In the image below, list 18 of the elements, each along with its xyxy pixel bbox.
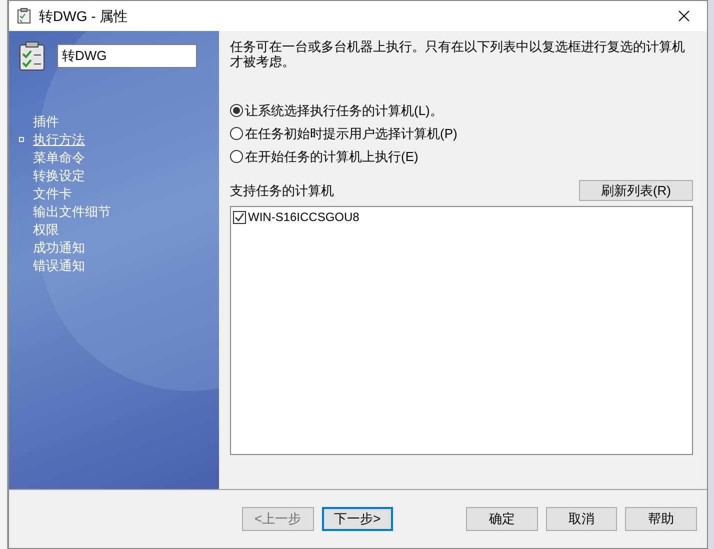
close-icon: [678, 10, 690, 22]
computers-label: 支持任务的计算机: [230, 182, 334, 200]
computer-name[interactable]: WIN-S16ICCSGOU8: [248, 208, 360, 226]
sidebar-item[interactable]: 插件: [33, 112, 59, 132]
dialog-button[interactable]: 帮助: [625, 507, 698, 531]
clipboard-checklist-icon: [19, 41, 45, 71]
dialog-button[interactable]: 确定: [466, 507, 538, 531]
task-name-field[interactable]: 转DWG: [57, 44, 197, 68]
radio-option[interactable]: 让系统选择执行任务的计算机(L)。: [230, 102, 696, 119]
clipboard-icon: [17, 8, 31, 24]
dialog-button[interactable]: 取消: [546, 507, 618, 531]
checkbox[interactable]: [233, 210, 246, 224]
window-title: 转DWG - 属性: [39, 6, 129, 26]
description-text: 任务可在一台或多台机器上执行。只有在以下列表中以复选框进行复选的计算机才被考虑。: [230, 39, 686, 69]
dialog-button[interactable]: 下一步>: [322, 507, 394, 531]
radio-option[interactable]: 在开始任务的计算机上执行(E): [230, 148, 696, 165]
radio-option[interactable]: 在任务初始时提示用户选择计算机(P): [230, 125, 696, 142]
refresh-button[interactable]: 刷新列表(R): [579, 180, 693, 201]
